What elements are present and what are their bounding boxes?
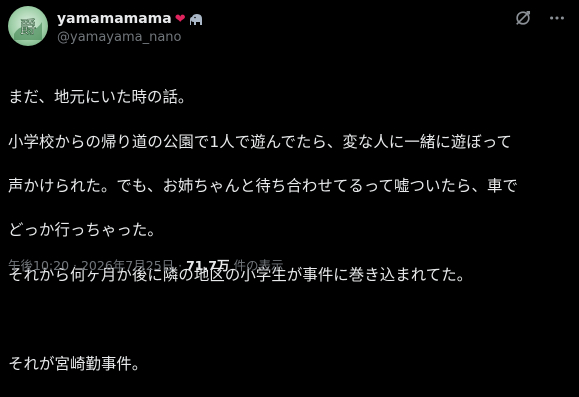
post-text: まだ、地元にいた時の話。 小学校からの帰り道の公園で1人で遊んでたら、変な人に一… — [8, 64, 573, 397]
post-line: それが宮崎勤事件。 — [8, 354, 148, 373]
post-line: どっか行っちゃった。 — [8, 221, 163, 240]
post-card: 爵 yamamamama ❤ @yamayama_nano まだ、地元にいた時の… — [0, 0, 579, 373]
post-meta: 午後10:20 · 2026年7月25日 · 71.7万 件の表示 — [8, 255, 283, 274]
meta-separator: · — [178, 258, 183, 273]
post-time[interactable]: 午後10:20 — [8, 258, 69, 273]
post-line: 声かけられた。でも、お姉ちゃんと待ち合わせてるって嘘ついたら、車で — [8, 177, 518, 196]
elephant-icon — [189, 12, 205, 26]
author-name-row: yamamamama ❤ — [57, 9, 205, 29]
post-line: 小学校からの帰り道の公園で1人で遊んでたら、変な人に一緒に遊ぼって — [8, 132, 513, 151]
view-label: 件の表示 — [233, 258, 284, 273]
avatar[interactable]: 爵 — [8, 6, 48, 46]
translate-off-icon[interactable] — [513, 8, 533, 28]
user-handle[interactable]: @yamayama_nano — [57, 30, 181, 45]
avatar-image: 爵 — [14, 18, 42, 40]
more-icon[interactable] — [547, 8, 567, 28]
post-actions — [513, 8, 567, 28]
post-line: まだ、地元にいた時の話。 — [8, 88, 194, 107]
post-line — [8, 308, 573, 330]
post-date[interactable]: 2026年7月25日 — [81, 258, 174, 273]
heart-icon: ❤ — [174, 11, 186, 27]
avatar-text: 爵 — [20, 18, 37, 38]
display-name[interactable]: yamamamama — [57, 11, 172, 27]
view-count[interactable]: 71.7万 — [186, 258, 229, 273]
meta-separator: · — [73, 258, 77, 273]
